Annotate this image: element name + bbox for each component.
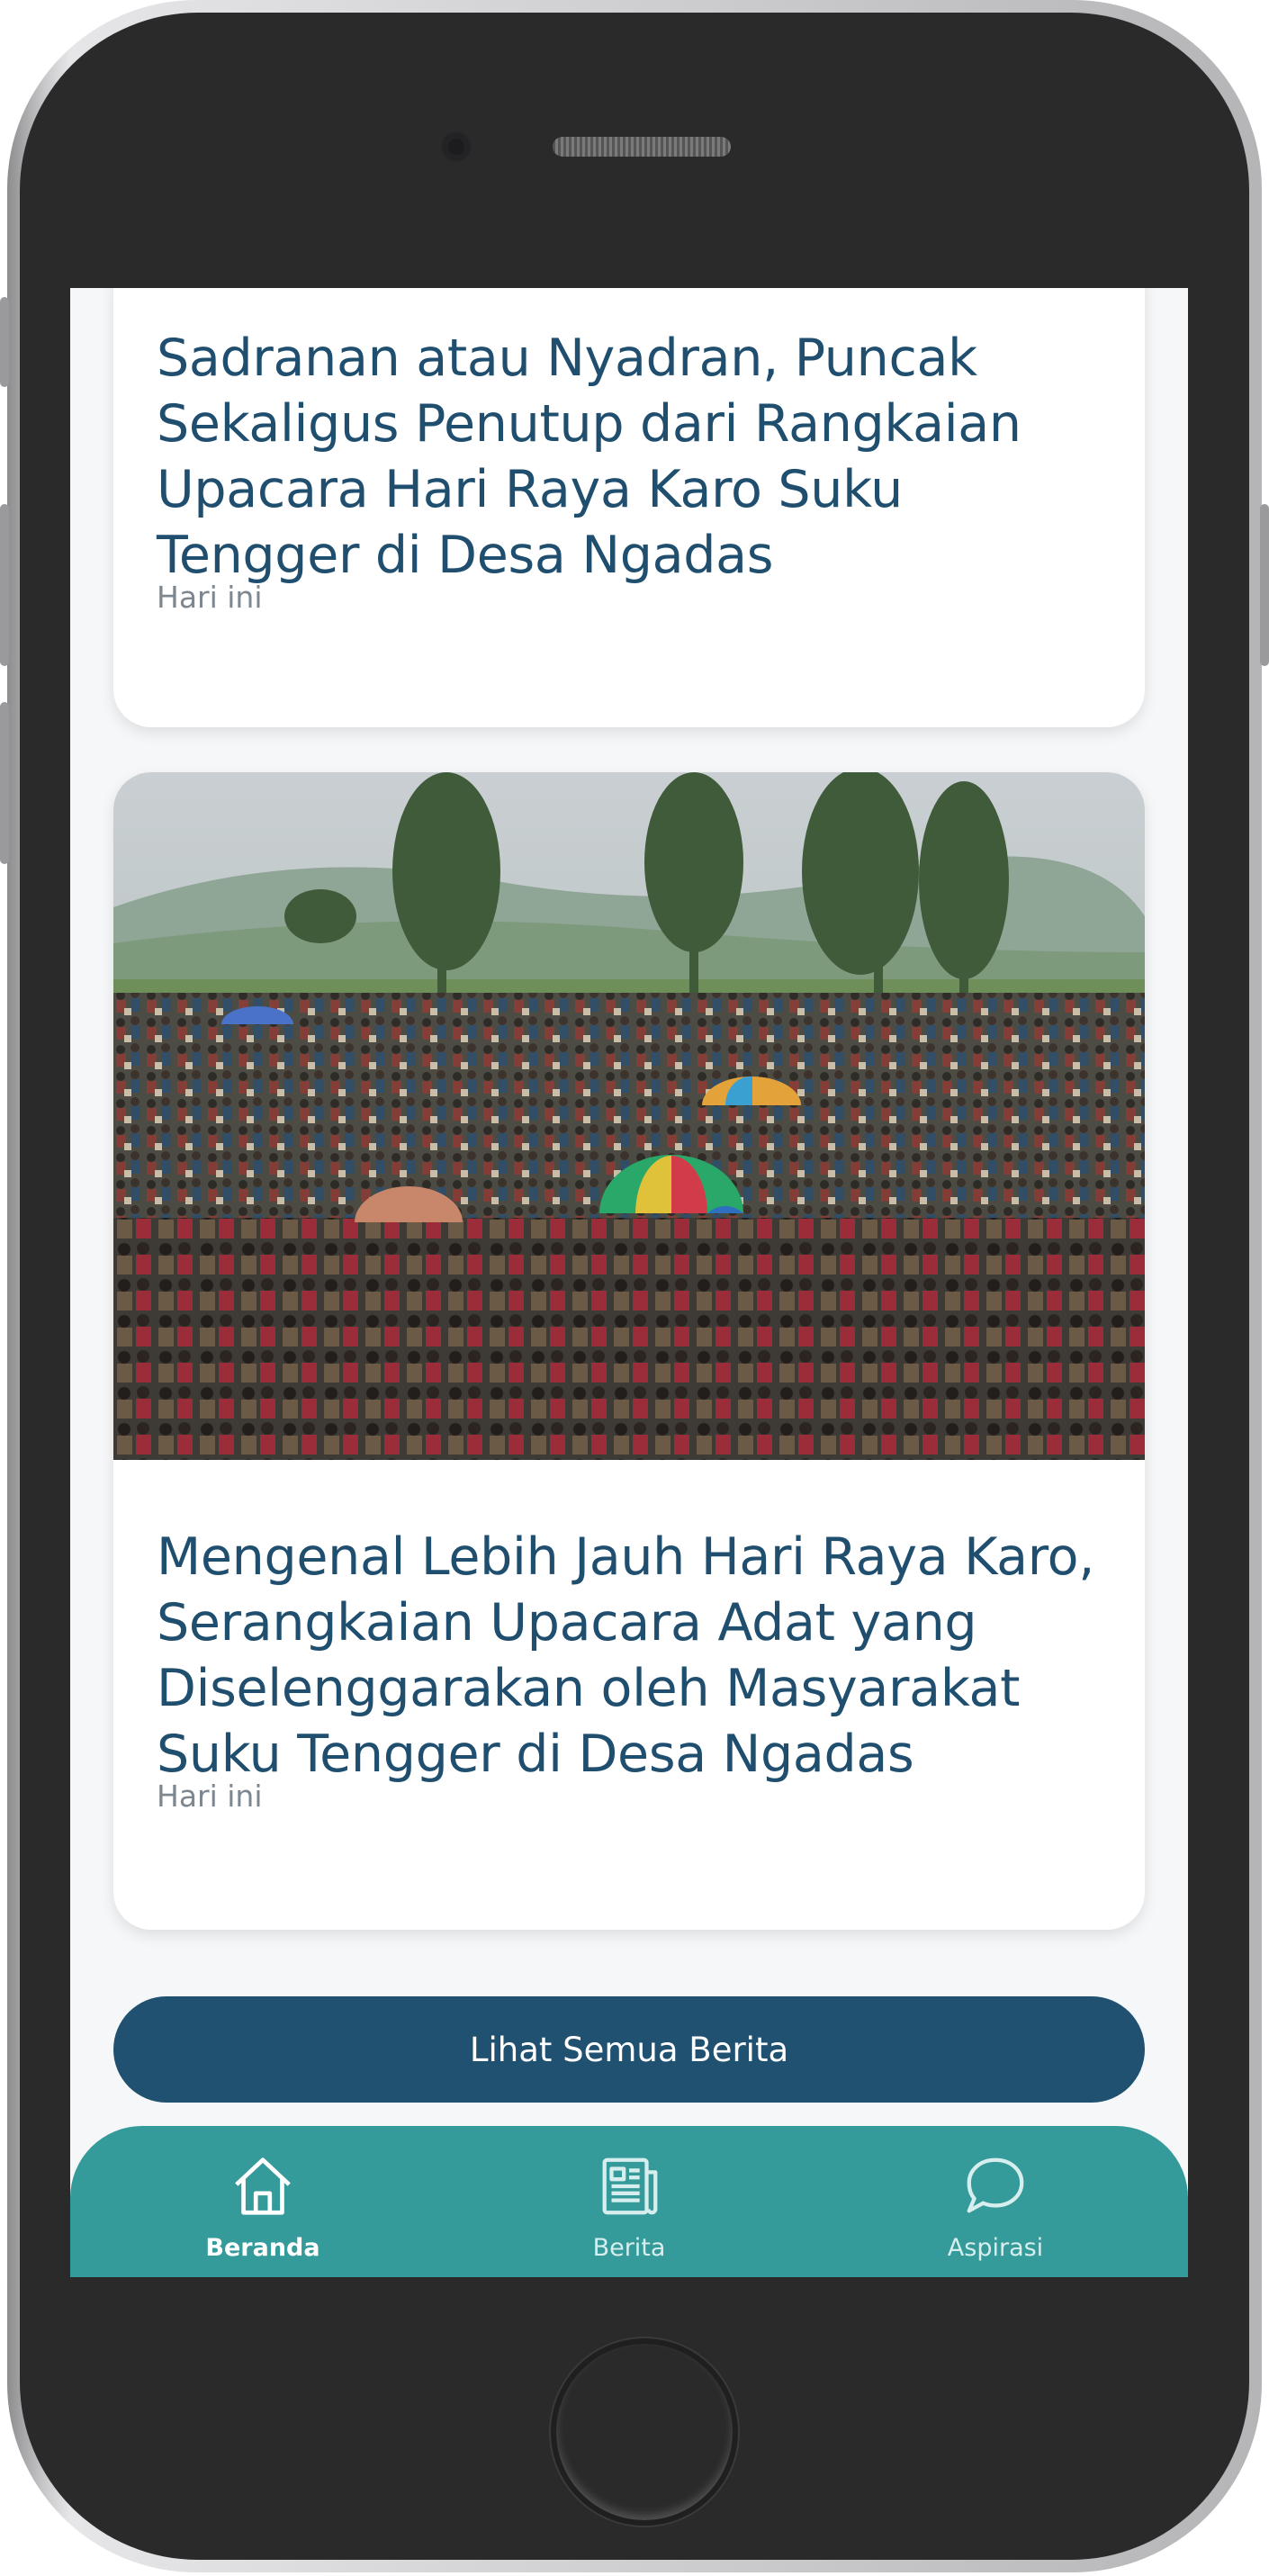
- news-card-image: [113, 772, 1145, 1460]
- app-screen: Sadranan atau Nyadran, Puncak Sekaligus …: [70, 288, 1188, 2277]
- home-icon: [235, 2157, 291, 2215]
- nav-item-beranda[interactable]: Beranda: [155, 2151, 371, 2277]
- see-all-news-button[interactable]: Lihat Semua Berita: [113, 1996, 1145, 2103]
- news-card[interactable]: Mengenal Lebih Jauh Hari Raya Karo, Sera…: [113, 772, 1145, 1930]
- news-card-title[interactable]: Mengenal Lebih Jauh Hari Raya Karo, Sera…: [157, 1525, 1111, 1788]
- nav-item-label: Aspirasi: [947, 2234, 1044, 2262]
- volume-up-button: [0, 504, 9, 666]
- news-card-date: Hari ini: [157, 580, 263, 615]
- news-card-title[interactable]: Sadranan atau Nyadran, Puncak Sekaligus …: [157, 326, 1111, 589]
- power-button: [1260, 504, 1269, 666]
- nav-item-berita[interactable]: Berita: [521, 2151, 737, 2277]
- nav-item-aspirasi[interactable]: Aspirasi: [887, 2151, 1103, 2277]
- news-card-date: Hari ini: [157, 1779, 263, 1814]
- front-camera: [443, 133, 470, 160]
- newspaper-icon: [602, 2157, 658, 2215]
- volume-down-button: [0, 702, 9, 864]
- earpiece-speaker: [553, 137, 731, 157]
- chat-bubble-icon: [967, 2157, 1024, 2213]
- nav-item-label: Beranda: [205, 2234, 320, 2262]
- nav-item-label: Berita: [592, 2234, 666, 2262]
- news-card[interactable]: Sadranan atau Nyadran, Puncak Sekaligus …: [113, 288, 1145, 727]
- home-button[interactable]: [551, 2338, 738, 2526]
- bottom-nav: Beranda Berita Aspirasi: [70, 2126, 1188, 2277]
- mute-switch: [0, 297, 9, 387]
